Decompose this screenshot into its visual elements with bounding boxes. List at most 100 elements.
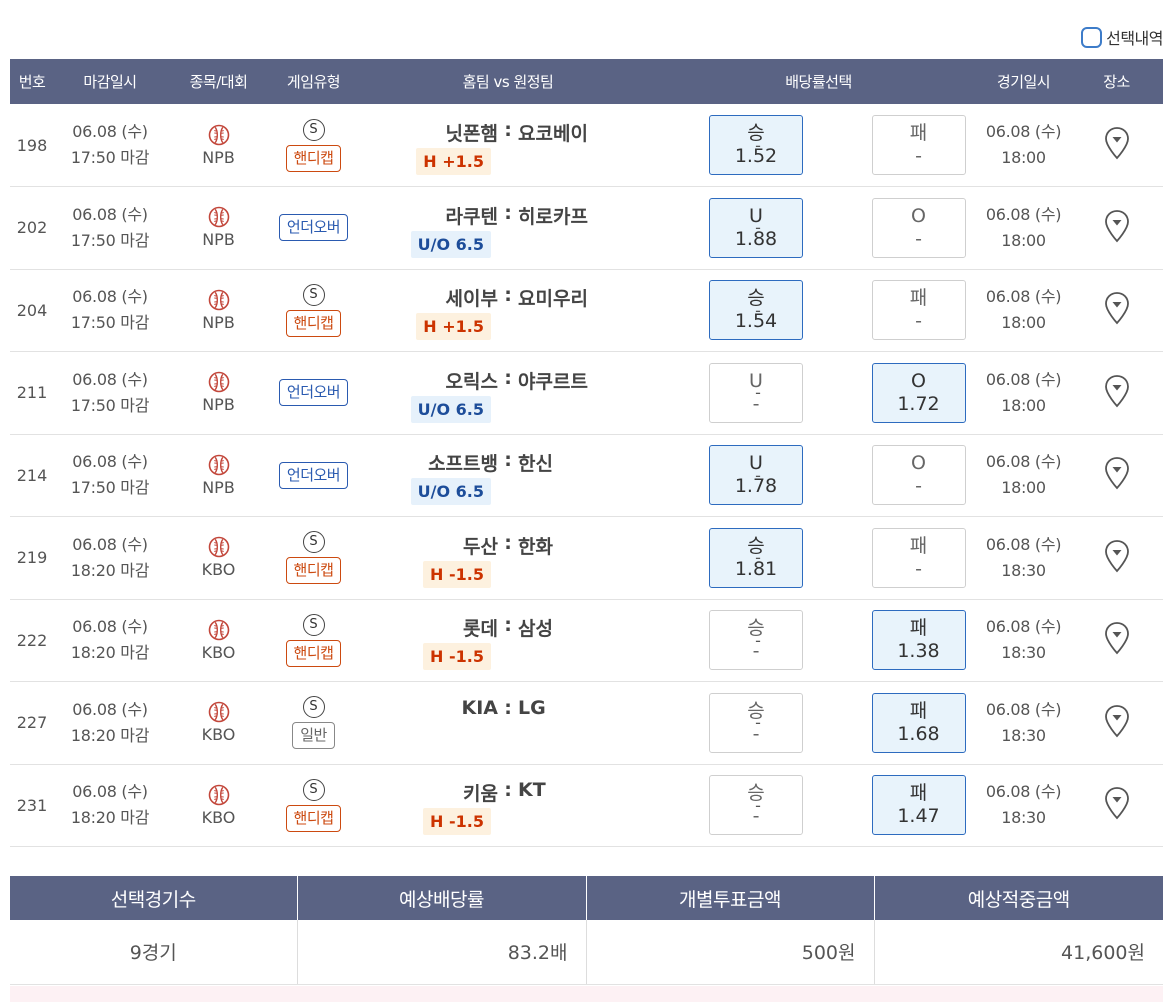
odd-away-button[interactable]: 패 -: [871, 280, 966, 341]
deadline-cell: 06.08 (수) 18:20 마감: [54, 516, 166, 600]
gametype-tag: 핸디캡: [285, 639, 342, 667]
handicap-line: H -1.5: [423, 808, 491, 836]
handicap-line: U/O 6.5: [410, 395, 491, 423]
away-team: 야쿠르트: [518, 370, 588, 393]
deadline-time: 17:50 마감: [70, 148, 150, 167]
map-pin-icon[interactable]: [1104, 126, 1130, 160]
odd2-cell: O -: [860, 434, 978, 517]
gametype-cell: S 일반: [271, 681, 356, 765]
game-number: 227: [10, 681, 54, 765]
team-separator: :: [504, 696, 512, 719]
team-separator: :: [504, 614, 512, 637]
select-history-label: 선택내역: [1106, 29, 1163, 48]
baseball-icon: [208, 124, 229, 145]
odd-away-button[interactable]: 패 1.68: [871, 692, 966, 753]
gametype-tag: 핸디캡: [285, 309, 342, 337]
summary-header-count: 선택경기수: [10, 876, 298, 920]
game-time: 18:30: [1001, 808, 1046, 828]
gamedate-cell: 06.08 (수) 18:30: [977, 764, 1071, 847]
game-time: 18:00: [1001, 230, 1046, 250]
map-pin-icon[interactable]: [1104, 456, 1130, 490]
venue-cell: [1070, 764, 1164, 847]
home-team: KIA: [461, 696, 499, 719]
odd-away-label: O: [911, 369, 926, 392]
deadline-date: 06.08 (수): [72, 782, 148, 802]
odd-away-label: 패: [909, 287, 928, 310]
odd-away-button[interactable]: 패 1.47: [871, 775, 966, 836]
team-separator: :: [504, 284, 512, 307]
summary-stake-amount: 500원: [586, 920, 875, 985]
map-pin-icon[interactable]: [1104, 621, 1130, 655]
odd2-cell: 패 1.38: [860, 599, 978, 682]
select-history-checkbox[interactable]: [1081, 26, 1103, 48]
odd-away-button[interactable]: 패 1.38: [871, 610, 966, 671]
game-date: 06.08 (수): [985, 534, 1062, 554]
map-pin-icon[interactable]: [1104, 374, 1130, 408]
away-team: 요코베이: [518, 123, 588, 145]
draw-odd: -: [754, 351, 762, 435]
venue-cell: [1070, 516, 1164, 600]
gametype-cell: 언더오버: [271, 434, 356, 517]
gamedate-cell: 06.08 (수) 18:00: [977, 269, 1071, 352]
home-team: 닛폰햄: [445, 123, 498, 145]
home-team: 소프트뱅: [428, 453, 498, 476]
deadline-time: 18:20 마감: [70, 725, 150, 745]
game-date: 06.08 (수): [985, 369, 1062, 389]
league-label: NPB: [202, 230, 235, 250]
map-pin-icon[interactable]: [1104, 786, 1130, 820]
venue-cell: [1070, 104, 1164, 187]
home-team: 두산: [463, 535, 498, 558]
odd-away-button[interactable]: O -: [871, 197, 966, 258]
team-separator: :: [504, 119, 512, 141]
away-team: 한화: [518, 535, 553, 558]
team-separator: :: [504, 366, 512, 389]
deadline-time: 18:20 마감: [70, 560, 150, 580]
teams-cell: 두산 : 한화 H -1.5: [356, 516, 660, 600]
draw-odd: -: [754, 104, 762, 187]
odd2-cell: 패 -: [860, 269, 978, 352]
draw-odd: -: [754, 186, 762, 270]
summary-header-payout: 예상적중금액: [874, 876, 1163, 920]
team-separator: :: [504, 449, 512, 472]
odd-away-label: O: [911, 452, 926, 475]
away-team: 히로카프: [518, 205, 588, 228]
teams-cell: 키움 : KT H -1.5: [356, 764, 660, 847]
away-team: KT: [518, 779, 546, 802]
odd-away-label: 패: [909, 617, 928, 640]
odd-away-button[interactable]: O -: [871, 445, 966, 506]
select-history-toggle[interactable]: 선택내역: [1081, 25, 1163, 49]
team-separator: :: [504, 201, 512, 224]
gamedate-cell: 06.08 (수) 18:30: [977, 681, 1071, 765]
home-team: 롯데: [463, 618, 498, 641]
league-label: NPB: [202, 312, 235, 332]
game-time: 18:30: [1001, 725, 1046, 745]
map-pin-icon[interactable]: [1104, 209, 1130, 243]
sport-cell: NPB: [166, 186, 271, 270]
game-row: 198 06.08 (수) 17:50 마감 NPB S 핸디캡 닛폰햄: 요…: [10, 104, 1164, 187]
game-rows: 198 06.08 (수) 17:50 마감 NPB S 핸디캡 닛폰햄: 요…: [10, 104, 1164, 847]
sport-cell: KBO: [166, 764, 271, 847]
header-sport: 종목/대회: [166, 59, 271, 104]
game-row: 227 06.08 (수) 18:20 마감 KBO S 일반 KIA: LG…: [10, 681, 1164, 765]
summary-table: 선택경기수 예상배당률 개별투표금액 예상적중금액 9경기 83.2배 500원…: [10, 876, 1163, 985]
handicap-line: H +1.5: [416, 313, 491, 341]
map-pin-icon[interactable]: [1104, 291, 1130, 325]
gametype-tag: 핸디캡: [285, 144, 342, 172]
deadline-time: 18:20 마감: [70, 643, 150, 663]
map-pin-icon[interactable]: [1104, 704, 1130, 738]
odd-away-button[interactable]: 패 -: [871, 115, 966, 175]
map-pin-icon[interactable]: [1104, 539, 1130, 573]
away-team: 한신: [518, 453, 553, 476]
odd-away-button[interactable]: O 1.72: [871, 362, 966, 423]
deadline-cell: 06.08 (수) 17:50 마감: [54, 351, 166, 435]
game-row: 219 06.08 (수) 18:20 마감 KBO S 핸디캡 두산: 한화…: [10, 516, 1164, 600]
gamedate-cell: 06.08 (수) 18:00: [977, 434, 1071, 517]
odd-away-value: 1.47: [897, 805, 940, 828]
league-label: NPB: [202, 477, 235, 497]
odd-away-button[interactable]: 패 -: [871, 527, 966, 588]
odd-away-value: 1.38: [897, 640, 940, 663]
draw-odd: -: [754, 269, 762, 352]
teams-cell: 오릭스 : 야쿠르트 U/O 6.5: [356, 351, 660, 435]
deadline-date: 06.08 (수): [72, 287, 148, 307]
venue-cell: [1070, 599, 1164, 682]
